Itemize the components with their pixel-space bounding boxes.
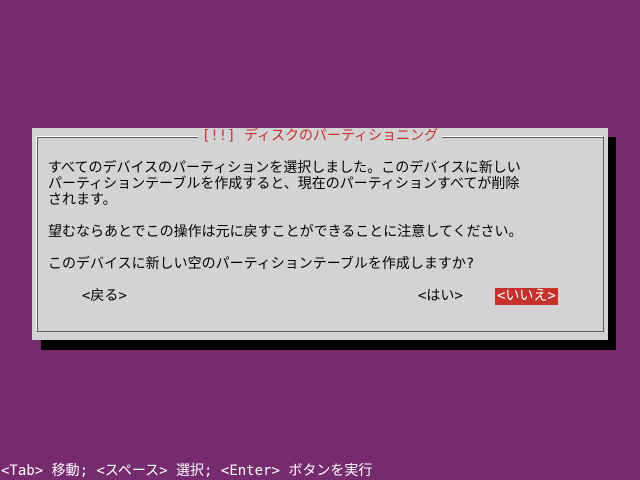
question-text: このデバイスに新しい空のパーティションテーブルを作成しますか? — [48, 256, 475, 272]
no-button[interactable]: <いいえ> — [495, 288, 558, 305]
keyboard-help-footer: <Tab> 移動; <スペース> 選択; <Enter> ボタンを実行 — [1, 463, 373, 479]
warning-text: 望むならあとでこの操作は元に戻すことができることに注意してください。 — [48, 224, 523, 240]
dialog-title: [!!] ディスクのパーティショニング — [197, 128, 443, 144]
message-line-2: パーティションテーブルを作成すると、現在のパーティションすべてが削除 — [48, 176, 520, 192]
message-line-3: されます。 — [48, 192, 117, 208]
message-line-1: すべてのデバイスのパーティションを選択しました。このデバイスに新しい — [48, 160, 521, 176]
back-button[interactable]: <戻る> — [80, 288, 129, 305]
dialog-title-bar: [!!] ディスクのパーティショニング — [32, 128, 608, 144]
yes-button[interactable]: <はい> — [416, 288, 465, 305]
partition-dialog: [!!] ディスクのパーティショニング すべてのデバイスのパーティションを選択し… — [32, 128, 608, 340]
